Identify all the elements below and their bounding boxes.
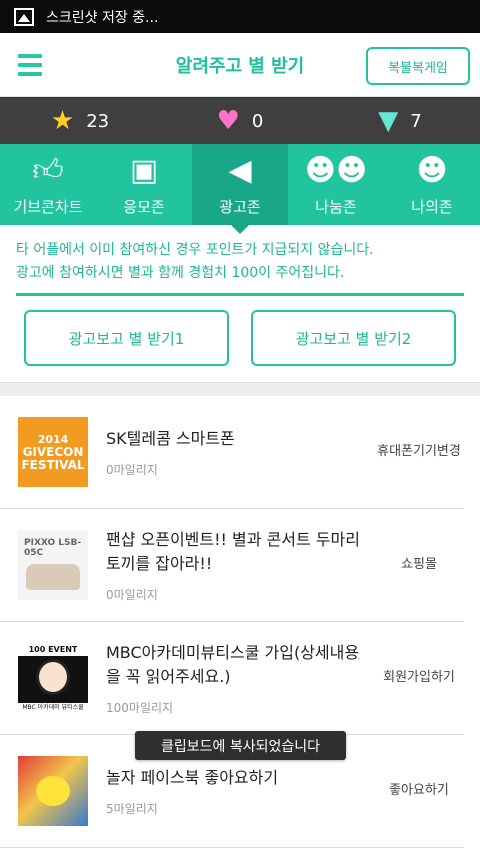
stars-count: 23 bbox=[86, 110, 110, 132]
notice-text: 타 어플에서 이미 참여하신 경우 포인트가 지급되지 않습니다. 광고에 참여… bbox=[0, 225, 480, 285]
stats-bar: ★ 23 ♥ 0 ▼ 7 bbox=[0, 97, 480, 144]
list-item-points: 100마일리지 bbox=[106, 700, 174, 715]
tab-givecon-chart[interactable]: 👍︎ 기브콘차트 bbox=[0, 144, 96, 225]
list-item-points: 0마일리지 bbox=[106, 462, 158, 477]
cartoon-face-image bbox=[36, 659, 70, 695]
list-item[interactable]: 100 EVENT MBC 아카데미 뷰티스쿨 MBC아카데미뷰티스쿨 가입(상… bbox=[0, 622, 464, 735]
hamburger-menu-icon[interactable] bbox=[18, 53, 42, 76]
list-item-title: MBC아카데미뷰티스쿨 가입(상세내용을 꼭 읽어주세요.) bbox=[106, 642, 360, 686]
hearts-stat: ♥ 0 bbox=[160, 108, 320, 134]
list-item-category: 좋아요하기 bbox=[389, 783, 449, 798]
list-item-info: SK텔레콤 스마트폰 0마일리지 bbox=[106, 427, 368, 478]
list-item-points: 0마일리지 bbox=[106, 587, 158, 602]
tab-share-zone[interactable]: ☻☻ 나눔존 bbox=[288, 144, 384, 225]
tab-label: 광고존 bbox=[219, 198, 261, 216]
tab-entry-zone[interactable]: ▣ 응모존 bbox=[96, 144, 192, 225]
app-bar: 알려주고 별 받기 복불복게임 bbox=[0, 33, 480, 97]
watch-ad-button-1[interactable]: 광고보고 별 받기1 bbox=[24, 310, 229, 366]
list-item-category: 쇼핑몰 bbox=[401, 557, 437, 572]
toast-message: 클립보드에 복사되었습니다 bbox=[135, 731, 346, 760]
hearts-count: 0 bbox=[251, 110, 264, 132]
list-item-info: 팬샵 오픈이벤트!! 별과 콘서트 두마리 토끼를 잡아라!! 0마일리지 bbox=[106, 528, 368, 603]
heart-icon: ♥ bbox=[216, 106, 240, 136]
ad-thumbnail: 100 EVENT MBC 아카데미 뷰티스쿨 bbox=[18, 643, 88, 713]
thumb-text: 100 EVENT bbox=[18, 643, 88, 656]
star-icon: ★ bbox=[50, 106, 75, 136]
thumb-text: GIVECON FESTIVAL bbox=[21, 444, 85, 472]
tab-my-zone[interactable]: ☻ 나의존 bbox=[384, 144, 480, 225]
ad-thumbnail: 2014 GIVECON FESTIVAL bbox=[18, 417, 88, 487]
list-item-points: 5마일리지 bbox=[106, 801, 158, 816]
tab-label: 기브콘차트 bbox=[13, 198, 83, 216]
icecream-stat: ▼ 7 bbox=[320, 108, 480, 134]
list-item[interactable]: 2014 GIVECON FESTIVAL SK텔레콤 스마트폰 0마일리지 휴… bbox=[0, 396, 464, 509]
stars-stat: ★ 23 bbox=[0, 108, 160, 134]
list-item-info: 놀자 페이스북 좋아요하기 5마일리지 bbox=[106, 766, 368, 817]
list-item[interactable]: PIXXO LSB-05C 팬샵 오픈이벤트!! 별과 콘서트 두마리 토끼를 … bbox=[0, 509, 464, 622]
tab-label: 나의존 bbox=[411, 198, 453, 216]
comic-burst-image bbox=[36, 776, 70, 806]
ad-thumbnail bbox=[18, 756, 88, 826]
ad-thumbnail: PIXXO LSB-05C bbox=[18, 530, 88, 600]
tab-ad-zone[interactable]: ◀ 광고존 bbox=[192, 144, 288, 234]
thumbs-up-icon: 👍︎ bbox=[32, 153, 64, 188]
notice-line-2: 광고에 참여하시면 별과 함께 경험치 100이 주어집니다. bbox=[16, 265, 345, 281]
list-item-category: 휴대폰기기변경 bbox=[377, 444, 461, 459]
ad-list: 2014 GIVECON FESTIVAL SK텔레콤 스마트폰 0마일리지 휴… bbox=[0, 396, 480, 848]
tab-bar: 👍︎ 기브콘차트 ▣ 응모존 ◀ 광고존 ☻☻ 나눔존 ☻ 나의존 bbox=[0, 144, 480, 234]
people-icon: ☻☻ bbox=[304, 153, 368, 188]
list-item-title: 놀자 페이스북 좋아요하기 bbox=[106, 767, 279, 787]
speaker-image bbox=[26, 564, 80, 590]
list-item-category: 회원가입하기 bbox=[383, 670, 455, 685]
gift-box-icon: ▣ bbox=[129, 153, 159, 188]
thumb-text: PIXXO LSB-05C bbox=[24, 538, 82, 558]
list-item-info: MBC아카데미뷰티스쿨 가입(상세내용을 꼭 읽어주세요.) 100마일리지 bbox=[106, 641, 368, 716]
status-bar: 스크린샷 저장 중... bbox=[0, 0, 480, 33]
tab-label: 나눔존 bbox=[315, 198, 357, 216]
watch-ad-button-2[interactable]: 광고보고 별 받기2 bbox=[251, 310, 456, 366]
list-item-title: 팬샵 오픈이벤트!! 별과 콘서트 두마리 토끼를 잡아라!! bbox=[106, 529, 360, 573]
lucky-game-button[interactable]: 복불복게임 bbox=[366, 47, 470, 85]
ice-cream-icon: ▼ bbox=[378, 106, 399, 136]
megaphone-icon: ◀ bbox=[228, 153, 252, 188]
image-icon bbox=[14, 7, 34, 26]
thumb-bottom-text: MBC 아카데미 뷰티스쿨 bbox=[18, 703, 88, 713]
ad-button-row: 광고보고 별 받기1 광고보고 별 받기2 bbox=[0, 296, 480, 366]
icecream-count: 7 bbox=[410, 110, 422, 132]
notice-line-1: 타 어플에서 이미 참여하신 경우 포인트가 지급되지 않습니다. bbox=[16, 242, 374, 258]
tab-label: 응모존 bbox=[123, 198, 165, 216]
list-item-title: SK텔레콤 스마트폰 bbox=[106, 428, 235, 448]
status-text: 스크린샷 저장 중... bbox=[46, 9, 159, 26]
thumb-year: 2014 bbox=[37, 432, 69, 446]
section-divider bbox=[0, 382, 480, 396]
person-icon: ☻ bbox=[416, 153, 448, 188]
